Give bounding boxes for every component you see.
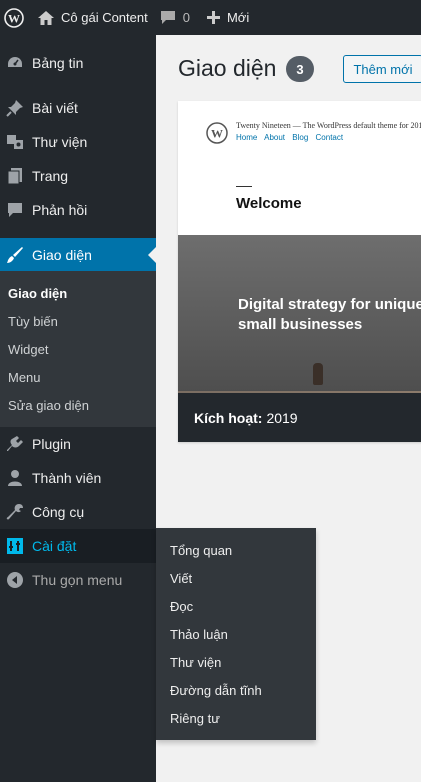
submenu-item-theme-editor[interactable]: Sửa giao diện	[8, 391, 89, 419]
wrench-icon	[6, 503, 24, 521]
new-content-button[interactable]: Mới	[206, 0, 250, 35]
theme-name: 2019	[266, 409, 298, 426]
sidebar-item-label: Phản hồi	[32, 202, 88, 218]
theme-count-badge: 3	[286, 56, 314, 82]
admin-sidebar: Bảng tin Bài viết Thư viện Trang Phản hồ…	[0, 35, 156, 782]
site-name-label: Cô gái Content	[61, 10, 148, 25]
plus-icon	[206, 11, 220, 24]
screenshot-nav-item: Blog	[292, 133, 309, 142]
screenshot-vase	[313, 363, 323, 385]
media-icon	[6, 133, 24, 151]
sidebar-item-label: Bảng tin	[32, 55, 84, 71]
active-label: Kích hoạt:	[194, 409, 263, 426]
sidebar-item-tools[interactable]: Công cụ	[0, 495, 156, 529]
comment-icon	[6, 201, 24, 219]
theme-screenshot: W Twenty Nineteen — The WordPress defaul…	[178, 101, 421, 235]
sidebar-item-appearance[interactable]: Giao diện	[0, 238, 156, 272]
sidebar-item-label: Trang	[32, 168, 69, 184]
comments-link[interactable]: 0	[160, 0, 190, 35]
appearance-submenu: Giao diện Tùy biến Widget Menu Sửa giao …	[0, 271, 156, 427]
collapse-menu-button[interactable]: Thu gọn menu	[0, 563, 156, 597]
new-label: Mới	[226, 10, 250, 25]
wordpress-logo-button[interactable]: W	[0, 0, 28, 35]
submenu-item-widgets[interactable]: Widget	[8, 335, 48, 363]
sidebar-item-posts[interactable]: Bài viết	[0, 91, 156, 125]
admin-bar: W Cô gái Content 0 Mới	[0, 0, 421, 35]
add-new-theme-button[interactable]: Thêm mới	[343, 55, 421, 83]
comments-count: 0	[182, 10, 190, 25]
sidebar-item-label: Thư viện	[32, 134, 88, 150]
main-content: Giao diện 3 Thêm mới W Twenty Nineteen —…	[156, 35, 421, 782]
settings-icon	[6, 537, 24, 555]
svg-text:W: W	[8, 11, 20, 25]
sidebar-item-users[interactable]: Thành viên	[0, 461, 156, 495]
page-title: Giao diện	[178, 55, 277, 81]
sidebar-item-label: Giao diện	[32, 247, 92, 263]
collapse-icon	[6, 571, 24, 589]
screenshot-nav-item: Home	[236, 133, 258, 142]
sidebar-item-label: Công cụ	[32, 504, 85, 520]
submenu-item-customize[interactable]: Tùy biến	[8, 307, 58, 335]
pin-icon	[6, 99, 24, 117]
sidebar-item-media[interactable]: Thư viện	[0, 125, 156, 159]
screenshot-site-name: Twenty Nineteen	[236, 121, 291, 130]
screenshot-divider	[236, 186, 252, 187]
sidebar-item-settings[interactable]: Cài đặt	[0, 529, 156, 563]
user-icon	[6, 469, 24, 487]
site-name-link[interactable]: Cô gái Content	[38, 0, 148, 35]
sidebar-item-comments[interactable]: Phản hồi	[0, 193, 156, 227]
screenshot-hero: Digital strategy for unique small busine…	[178, 235, 421, 393]
sidebar-item-dashboard[interactable]: Bảng tin	[0, 46, 156, 80]
wordpress-icon: W	[4, 7, 24, 28]
screenshot-site-title: Twenty Nineteen — The WordPress default …	[236, 121, 421, 130]
submenu-item-themes[interactable]: Giao diện	[8, 279, 67, 307]
plugin-icon	[6, 435, 24, 453]
sidebar-item-plugins[interactable]: Plugin	[0, 427, 156, 461]
screenshot-nav: Home About Blog Contact	[236, 133, 348, 142]
home-icon	[38, 10, 54, 25]
wordpress-icon: W	[206, 122, 228, 144]
theme-name-bar: Kích hoạt: 2019	[178, 393, 421, 442]
theme-card-active[interactable]: W Twenty Nineteen — The WordPress defaul…	[178, 101, 421, 442]
sidebar-item-label: Thu gọn menu	[32, 572, 123, 588]
submenu-item-menus[interactable]: Menu	[8, 363, 41, 391]
dashboard-icon	[6, 54, 24, 72]
sidebar-item-label: Bài viết	[32, 100, 78, 116]
screenshot-nav-item: Contact	[315, 133, 344, 142]
svg-text:W: W	[211, 127, 223, 141]
screenshot-hero-text: Digital strategy for unique small busine…	[238, 296, 421, 333]
comment-icon	[160, 11, 175, 24]
sidebar-item-pages[interactable]: Trang	[0, 159, 156, 193]
sidebar-item-label: Thành viên	[32, 470, 102, 486]
sidebar-item-label: Cài đặt	[32, 538, 77, 554]
page-icon	[6, 167, 24, 185]
screenshot-nav-item: About	[264, 133, 286, 142]
brush-icon	[6, 246, 24, 264]
screenshot-welcome: Welcome	[236, 195, 302, 212]
screenshot-tagline: — The WordPress default theme for 2019	[290, 121, 421, 130]
sidebar-item-label: Plugin	[32, 436, 71, 452]
